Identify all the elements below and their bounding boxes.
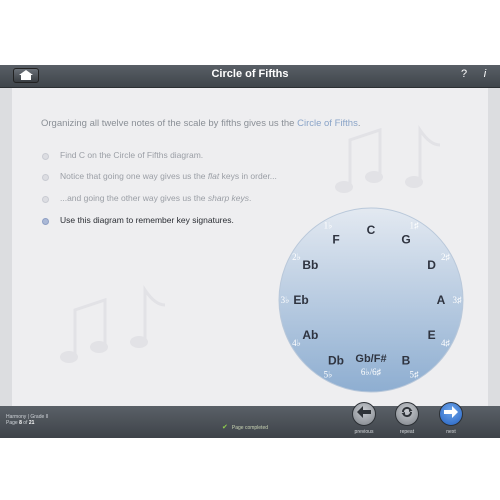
step-text: ...and going the other way gives us the …: [60, 193, 252, 203]
page-title: Circle of Fifths: [211, 68, 289, 80]
step-dot-active: [42, 218, 49, 225]
key-signature-label: 5♭: [324, 370, 333, 380]
key-name-e: E: [428, 328, 436, 342]
step-dot: [42, 174, 49, 181]
key-signature-label: 4♭: [292, 338, 301, 348]
step-item-3[interactable]: ...and going the other way gives us the …: [40, 193, 400, 207]
key-signature-label: 3♭: [281, 295, 290, 305]
step-item-1[interactable]: Find C on the Circle of Fifths diagram.: [40, 150, 400, 164]
key-signature-label: 6♭/6♯: [361, 367, 382, 377]
content-border-left: [0, 88, 12, 406]
key-signature-label: 2♭: [292, 252, 301, 262]
page-status: ✔ Page completed: [222, 423, 268, 431]
key-name-d: D: [427, 258, 436, 272]
arrow-left-icon: [357, 405, 371, 423]
page-indicator: Page 8 of 21: [6, 420, 35, 426]
intro-text: Organizing all twelve notes of the scale…: [41, 118, 361, 129]
key-name-c: C: [367, 223, 376, 237]
step-item-2[interactable]: Notice that going one way gives us the f…: [40, 171, 400, 185]
key-name-b: B: [402, 354, 411, 368]
key-name-g: G: [401, 232, 410, 246]
key-name-f: F: [332, 232, 339, 246]
repeat-label: repeat: [399, 429, 415, 435]
course-info: Harmony | Grade II Page 8 of 21: [6, 414, 48, 426]
check-icon: ✔: [222, 424, 228, 431]
step-text: Use this diagram to remember key signatu…: [60, 215, 234, 225]
arrow-right-icon: [444, 405, 458, 423]
key-signature-label: 2♯: [441, 252, 451, 262]
circle-of-fifths-link[interactable]: Circle of Fifths: [297, 118, 358, 129]
info-button[interactable]: i: [480, 68, 490, 80]
key-signature-label: 1♯: [410, 221, 420, 231]
key-signature-label: 3♯: [453, 295, 463, 305]
key-name-ab: Ab: [302, 328, 318, 342]
key-name-eb: Eb: [293, 293, 308, 307]
previous-label: previous: [354, 429, 374, 435]
music-notes-decoration-bottom: [60, 285, 166, 363]
top-bar: Circle of Fifths ? i: [0, 65, 500, 88]
previous-button[interactable]: [352, 402, 376, 426]
key-signature-label: 1♭: [324, 221, 333, 231]
key-name-db: Db: [328, 354, 344, 368]
next-button[interactable]: [439, 402, 463, 426]
step-dot: [42, 196, 49, 203]
key-name-a: A: [437, 293, 446, 307]
key-signature-label: 5♯: [410, 370, 420, 380]
key-name-bb: Bb: [302, 258, 318, 272]
step-dot: [42, 153, 49, 160]
step-text: Notice that going one way gives us the f…: [60, 171, 277, 181]
content-border-right: [488, 88, 500, 406]
help-button[interactable]: ?: [457, 68, 471, 80]
status-text: Page completed: [231, 425, 269, 431]
circle-of-fifths-diagram[interactable]: C G 1♯ D 2♯ A 3♯ E 4♯ B 5♯ Gb/F# 6♭/6♯ Db 5♭ Ab 4♭ Eb 3♭ Bb…: [278, 207, 464, 393]
repeat-button[interactable]: [395, 402, 419, 426]
step-text: Find C on the Circle of Fifths diagram.: [60, 150, 204, 160]
next-label: next: [446, 429, 456, 435]
repeat-icon: [400, 405, 414, 424]
key-signature-label: 4♯: [441, 338, 451, 348]
key-name-gbf#: Gb/F#: [355, 353, 386, 365]
